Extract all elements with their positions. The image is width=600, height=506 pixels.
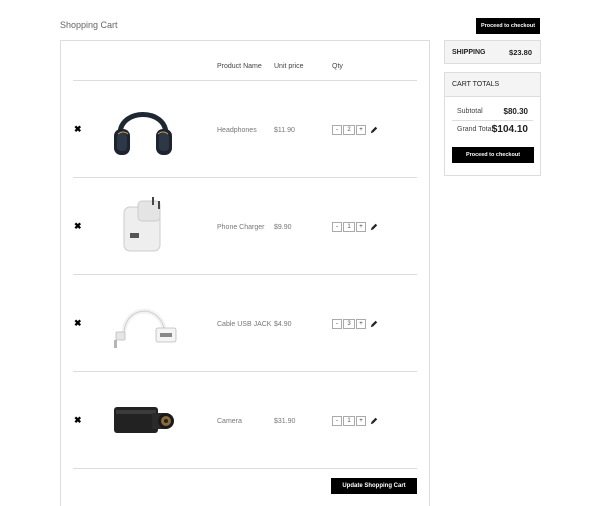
- cart-header: Product Name Unit price Qty: [73, 41, 417, 81]
- usb-cable-image: [114, 308, 177, 348]
- grand-total-value: $104.10: [491, 124, 528, 135]
- unit-price: $4.90: [274, 321, 292, 328]
- qty-input[interactable]: 2: [343, 125, 355, 135]
- pencil-icon[interactable]: [370, 320, 378, 328]
- subtotal-value: $80.30: [503, 107, 528, 116]
- remove-item-icon[interactable]: ✖: [74, 416, 82, 425]
- shipping-label: SHIPPING: [452, 48, 486, 56]
- proceed-to-checkout-button[interactable]: Proceed to checkout: [452, 147, 534, 163]
- quantity-stepper: - 3 +: [332, 319, 378, 329]
- shipping-value: $23.80: [509, 47, 532, 57]
- qty-input[interactable]: 1: [343, 416, 355, 426]
- update-shopping-cart-button[interactable]: Update Shopping Cart: [331, 478, 417, 494]
- cart-row-headphones: ✖ Headphones $11.90 - 2 +: [73, 81, 417, 178]
- quantity-stepper: - 1 +: [332, 222, 378, 232]
- grand-total-label: Grand Total: [457, 126, 494, 133]
- totals-divider: [452, 120, 533, 121]
- unit-price: $31.90: [274, 418, 296, 425]
- product-name[interactable]: Cable USB JACK: [217, 321, 271, 328]
- shipping-summary: SHIPPING $23.80: [444, 40, 541, 64]
- subtotal-label: Subtotal: [457, 108, 483, 115]
- cart-panel: Product Name Unit price Qty ✖ Headphones…: [60, 40, 430, 506]
- cart-totals-heading: CART TOTALS: [445, 73, 540, 97]
- cart-row-phone-charger: ✖ Phone Charger $9.90 - 1 +: [73, 178, 417, 275]
- cart-totals: CART TOTALS Subtotal $80.30 Grand Total …: [444, 72, 541, 176]
- qty-increase-button[interactable]: +: [356, 319, 366, 329]
- qty-input[interactable]: 1: [343, 222, 355, 232]
- remove-item-icon[interactable]: ✖: [74, 125, 82, 134]
- pencil-icon[interactable]: [370, 417, 378, 425]
- headphones-image: [114, 112, 172, 155]
- product-name[interactable]: Headphones: [217, 127, 257, 134]
- pencil-icon[interactable]: [370, 126, 378, 134]
- quantity-stepper: - 2 +: [332, 125, 378, 135]
- camera-image: [114, 407, 174, 433]
- qty-increase-button[interactable]: +: [356, 125, 366, 135]
- product-name[interactable]: Camera: [217, 418, 242, 425]
- quantity-stepper: - 1 +: [332, 416, 378, 426]
- proceed-to-checkout-button[interactable]: Proceed to checkout: [476, 18, 540, 34]
- qty-decrease-button[interactable]: -: [332, 222, 342, 232]
- qty-decrease-button[interactable]: -: [332, 319, 342, 329]
- remove-item-icon[interactable]: ✖: [74, 319, 82, 328]
- product-name[interactable]: Phone Charger: [217, 224, 264, 231]
- cart-row-camera: ✖ Camera $31.90 - 1 +: [73, 372, 417, 469]
- unit-price: $11.90: [274, 127, 295, 134]
- column-header-unit-price: Unit price: [274, 63, 304, 70]
- column-header-product-name: Product Name: [217, 63, 262, 70]
- column-header-qty: Qty: [332, 63, 343, 70]
- qty-decrease-button[interactable]: -: [332, 125, 342, 135]
- cart-row-cable-usb-jack: ✖ Cable USB JACK $4.90 - 3 +: [73, 275, 417, 372]
- qty-decrease-button[interactable]: -: [332, 416, 342, 426]
- remove-item-icon[interactable]: ✖: [74, 222, 82, 231]
- qty-input[interactable]: 3: [343, 319, 355, 329]
- qty-increase-button[interactable]: +: [356, 222, 366, 232]
- pencil-icon[interactable]: [370, 223, 378, 231]
- phone-charger-image: [123, 197, 161, 252]
- unit-price: $9.90: [274, 224, 292, 231]
- page-title: Shopping Cart: [60, 20, 118, 30]
- qty-increase-button[interactable]: +: [356, 416, 366, 426]
